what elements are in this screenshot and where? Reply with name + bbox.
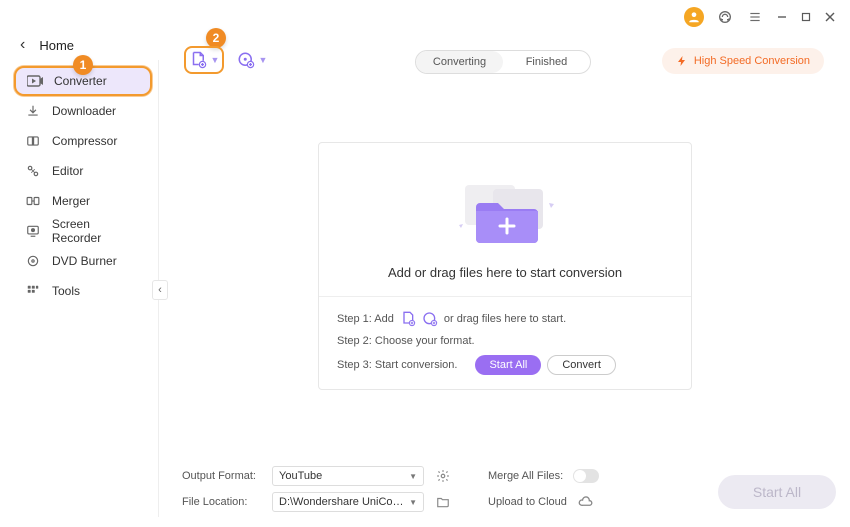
file-location-select[interactable]: D:\Wondershare UniConverter 1 ▼ (272, 492, 424, 512)
add-file-button[interactable]: ▼ (184, 46, 224, 74)
sidebar-item-compressor[interactable]: Compressor (14, 126, 152, 156)
caret-down-icon: ▼ (259, 55, 268, 65)
step1-suffix: or drag files here to start. (444, 313, 566, 325)
download-icon (24, 102, 42, 120)
merge-label: Merge All Files: (488, 470, 563, 482)
convert-pill[interactable]: Convert (547, 355, 616, 375)
toolbar: ▼ ▼ (184, 46, 272, 74)
start-all-button[interactable]: Start All (718, 475, 836, 509)
sidebar-item-label: DVD Burner (52, 254, 117, 268)
close-button[interactable] (824, 11, 836, 23)
sidebar-item-label: Editor (52, 164, 83, 178)
sidebar-item-downloader[interactable]: Downloader (14, 96, 152, 126)
add-dvd-icon (422, 311, 438, 327)
sidebar-item-label: Downloader (52, 104, 116, 118)
step-2: Step 2: Choose your format. (337, 335, 673, 347)
sidebar-item-label: Screen Recorder (52, 217, 142, 245)
window-titlebar (684, 0, 850, 34)
high-speed-label: High Speed Conversion (694, 55, 810, 67)
sidebar-item-tools[interactable]: Tools (14, 276, 152, 306)
dvd-icon (24, 252, 42, 270)
screen-recorder-icon (24, 222, 42, 240)
merge-toggle[interactable] (573, 469, 599, 483)
start-all-pill[interactable]: Start All (475, 355, 541, 375)
add-dvd-button[interactable]: ▼ (232, 46, 272, 74)
sidebar-item-label: Tools (52, 284, 80, 298)
file-location-value: D:\Wondershare UniConverter 1 (279, 496, 409, 508)
sidebar-item-label: Compressor (52, 134, 117, 148)
sidebar-item-dvd-burner[interactable]: DVD Burner (14, 246, 152, 276)
lightning-icon (676, 55, 688, 67)
output-format-select[interactable]: YouTube ▼ (272, 466, 424, 486)
menu-icon[interactable] (746, 8, 764, 26)
output-format-label: Output Format: (182, 470, 262, 482)
dropzone-steps: Step 1: Add or drag files here to start.… (319, 296, 691, 389)
caret-down-icon: ▼ (211, 55, 220, 65)
sidebar-item-editor[interactable]: Editor (14, 156, 152, 186)
sidebar-item-merger[interactable]: Merger (14, 186, 152, 216)
segment-converting[interactable]: Converting (416, 51, 503, 73)
add-file-icon (189, 51, 207, 69)
upload-cloud-label: Upload to Cloud (488, 496, 567, 508)
cloud-icon[interactable] (577, 493, 595, 511)
compressor-icon (24, 132, 42, 150)
dropzone-headline: Add or drag files here to start conversi… (319, 265, 691, 280)
sidebar-item-screen-recorder[interactable]: Screen Recorder (14, 216, 152, 246)
output-format-value: YouTube (279, 470, 322, 482)
dropzone[interactable]: Add or drag files here to start conversi… (318, 142, 692, 390)
output-settings-icon[interactable] (434, 467, 452, 485)
sidebar-collapse-button[interactable]: ‹ (152, 280, 168, 300)
merger-icon (24, 192, 42, 210)
sidebar-item-label: Merger (52, 194, 90, 208)
caret-down-icon: ▼ (409, 498, 417, 507)
status-segment: Converting Finished (415, 50, 591, 74)
file-location-label: File Location: (182, 496, 262, 508)
sidebar-item-label: Converter (54, 74, 107, 88)
step-badge-2: 2 (206, 28, 226, 48)
step1-prefix: Step 1: Add (337, 313, 394, 325)
footer: Output Format: YouTube ▼ Merge All Files… (182, 463, 836, 515)
breadcrumb[interactable]: ‹ Home (20, 36, 74, 54)
back-chevron-icon: ‹ (20, 36, 25, 54)
tools-icon (24, 282, 42, 300)
caret-down-icon: ▼ (409, 472, 417, 481)
user-avatar[interactable] (684, 7, 704, 27)
add-file-icon (400, 311, 416, 327)
support-icon[interactable] (716, 8, 734, 26)
step-3: Step 3: Start conversion. Start All Conv… (337, 355, 673, 375)
step-badge-1: 1 (73, 55, 93, 75)
add-dvd-icon (237, 51, 255, 69)
maximize-button[interactable] (800, 11, 812, 23)
minimize-button[interactable] (776, 11, 788, 23)
editor-icon (24, 162, 42, 180)
high-speed-conversion-button[interactable]: High Speed Conversion (662, 48, 824, 74)
step3-text: Step 3: Start conversion. (337, 359, 457, 371)
sidebar: Converter Downloader Compressor Editor M… (14, 66, 152, 306)
home-label: Home (39, 38, 74, 53)
converter-icon (26, 72, 44, 90)
open-folder-icon[interactable] (434, 493, 452, 511)
segment-finished[interactable]: Finished (503, 51, 590, 73)
folder-illustration (445, 175, 565, 260)
step-1: Step 1: Add or drag files here to start. (337, 311, 673, 327)
